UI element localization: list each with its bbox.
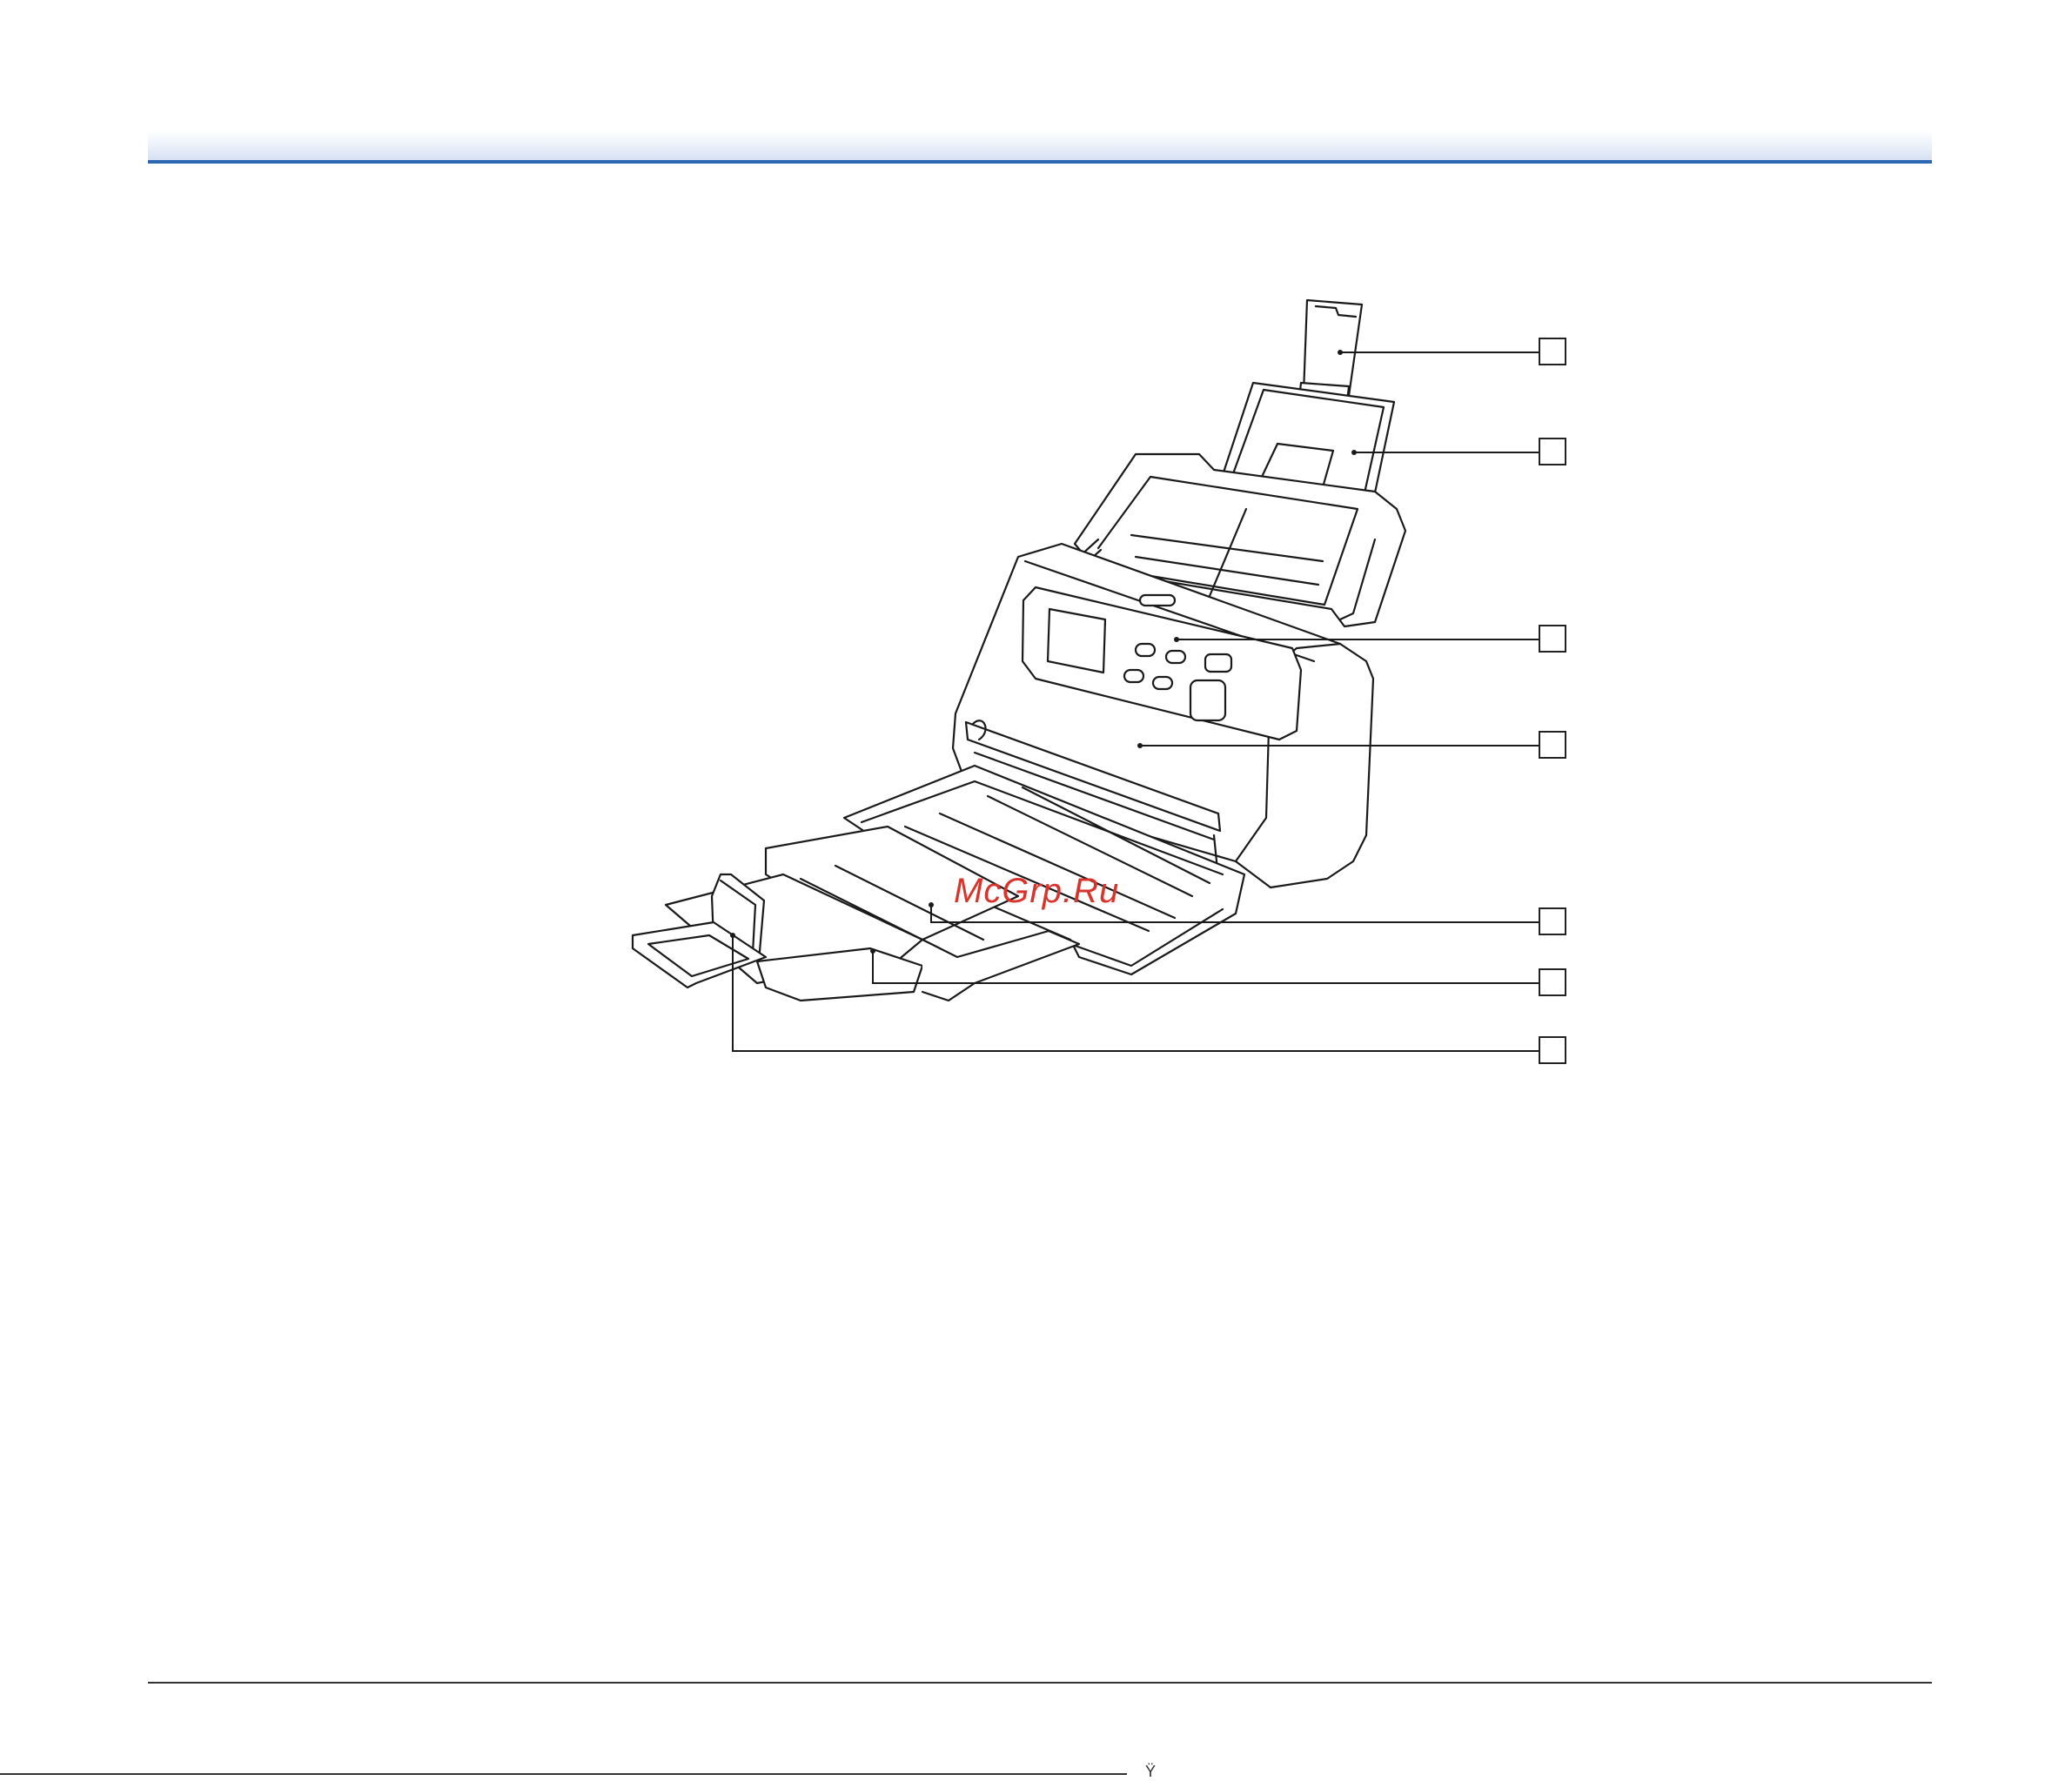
callout-3 — [1539, 625, 1566, 653]
callout-2 — [1539, 438, 1566, 465]
callout-4 — [1539, 731, 1566, 759]
page-footer-rule — [148, 1682, 1932, 1684]
callout-6 — [1539, 968, 1566, 996]
watermark-text: McGrp.Ru — [954, 872, 1120, 910]
bottom-mark: Ÿ — [1145, 1763, 1157, 1780]
bottom-cut-rule — [0, 1773, 1127, 1775]
callout-5 — [1539, 907, 1566, 935]
callout-7 — [1539, 1036, 1566, 1064]
callout-1 — [1539, 338, 1566, 365]
feed-extension-support — [1298, 298, 1364, 404]
